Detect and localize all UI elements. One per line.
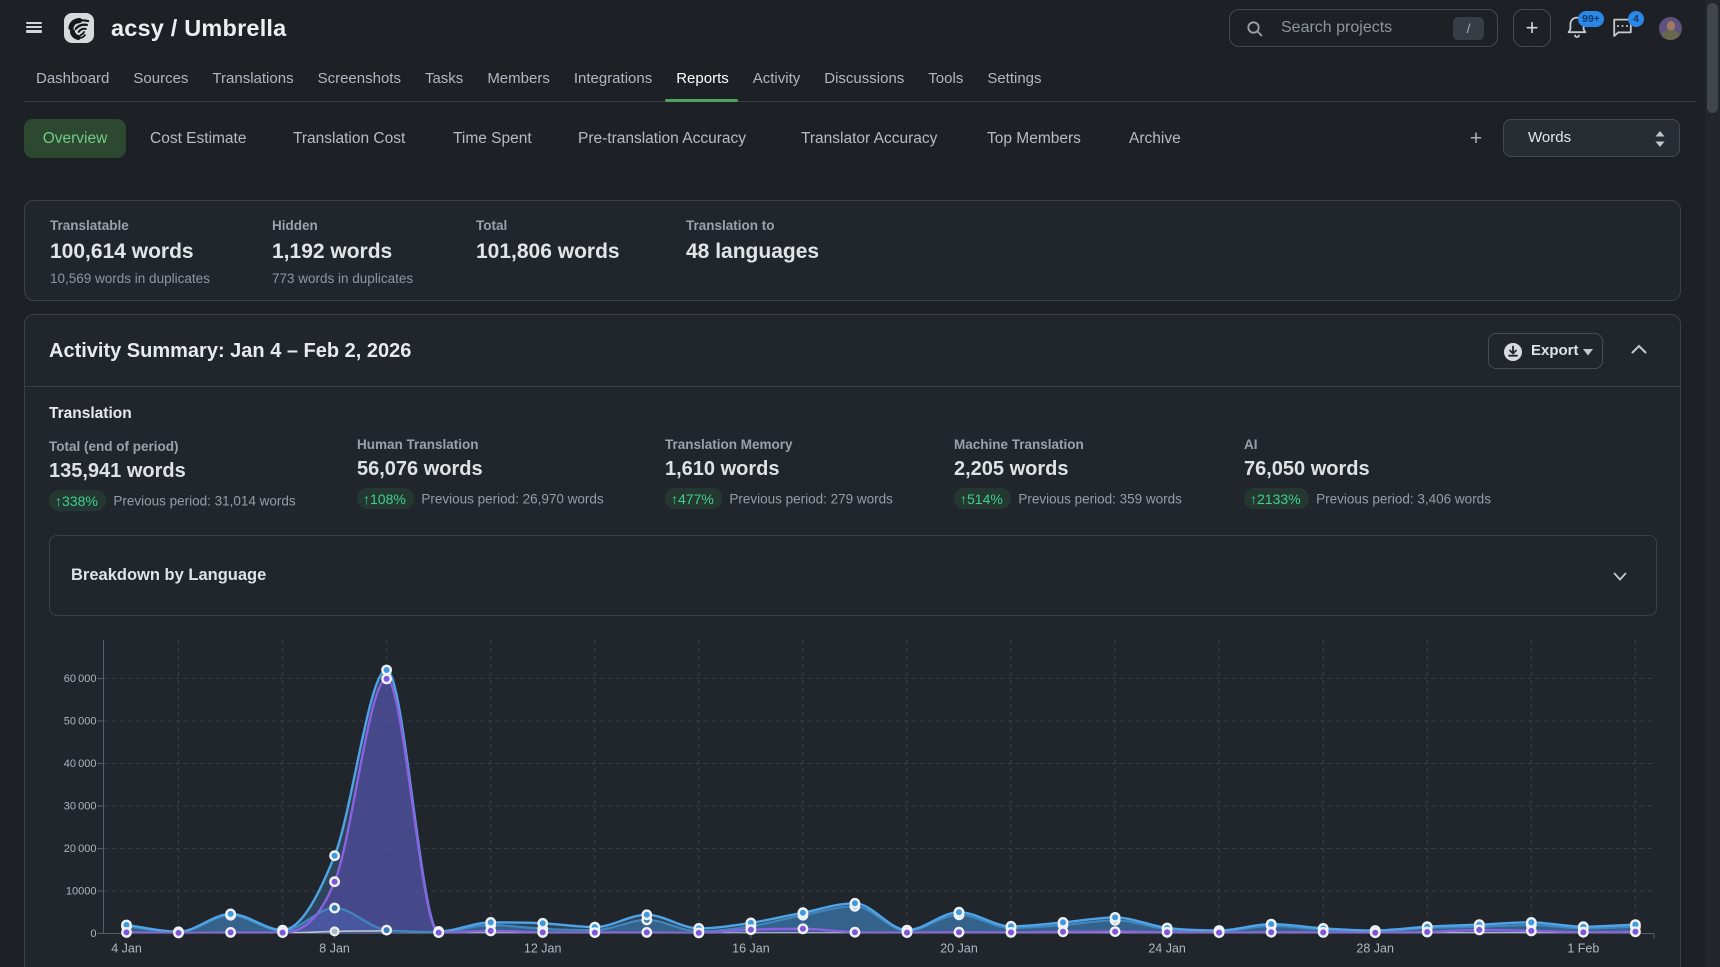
svg-text:28 Jan: 28 Jan: [1356, 942, 1394, 956]
svg-text:30 000: 30 000: [64, 801, 97, 813]
svg-text:12 Jan: 12 Jan: [524, 942, 562, 956]
svg-text:24 Jan: 24 Jan: [1148, 942, 1186, 956]
svg-text:16 Jan: 16 Jan: [732, 942, 770, 956]
svg-text:8 Jan: 8 Jan: [319, 942, 350, 956]
svg-text:20 Jan: 20 Jan: [940, 942, 978, 956]
svg-text:4 Jan: 4 Jan: [111, 942, 142, 956]
svg-text:10000: 10000: [66, 886, 97, 898]
svg-text:40 000: 40 000: [64, 758, 97, 770]
svg-text:50 000: 50 000: [64, 716, 97, 728]
svg-text:0: 0: [90, 928, 96, 940]
svg-text:1 Feb: 1 Feb: [1567, 942, 1599, 956]
svg-text:60 000: 60 000: [64, 673, 97, 685]
svg-text:20 000: 20 000: [64, 843, 97, 855]
